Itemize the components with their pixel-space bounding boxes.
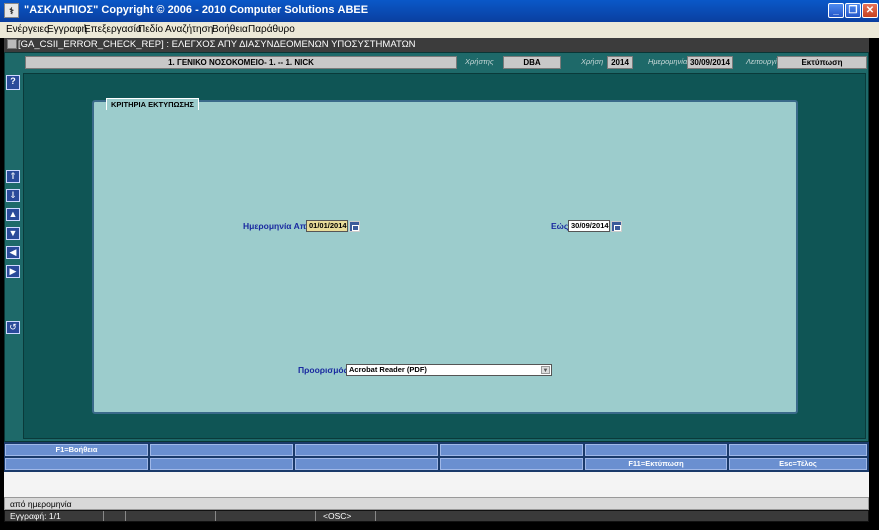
fkey-empty[interactable] (295, 444, 438, 456)
menu-record[interactable]: Εγγραφή (47, 24, 87, 35)
menu-window[interactable]: Παράθυρο (248, 24, 295, 35)
date-from-label: Ημερομηνία Από (243, 221, 312, 231)
date-to-input[interactable]: 30/09/2014 (568, 220, 610, 232)
hint-bar: από ημερομηνία (4, 497, 869, 510)
year-label: Χρήση (581, 57, 604, 66)
status-divider (315, 511, 316, 521)
fkey-empty[interactable] (585, 444, 727, 456)
previous-record-icon[interactable]: ▲ (6, 208, 20, 221)
close-button[interactable]: ✕ (862, 3, 878, 18)
next-block-icon[interactable]: ▶ (6, 265, 20, 278)
mode-label: Λειτουργία (746, 57, 781, 66)
minimize-button[interactable]: _ (828, 3, 844, 18)
hospital-display: 1. ΓΕΝΙΚΟ ΝΟΣΟΚΟΜΕΙΟ- 1. -- 1. NICK (25, 56, 457, 69)
date-from-input[interactable]: 01/01/2014 (306, 220, 348, 232)
form-title-bar: [GA_CSII_ERROR_CHECK_REP] : ΕΛΕΓΧΟΣ ΑΠΥ … (4, 38, 869, 52)
date-display: 30/09/2014 (687, 56, 733, 69)
destination-select[interactable]: Acrobat Reader (PDF) ▼ (346, 364, 552, 376)
chevron-down-icon[interactable]: ▼ (541, 366, 550, 374)
status-divider (375, 511, 376, 521)
window-title-bar: ⚕ "ΑΣΚΛΗΠΙΟΣ" Copyright © 2006 - 2010 Co… (0, 0, 879, 22)
destination-label: Προορισμός (298, 365, 349, 375)
menu-search[interactable]: Αναζήτηση (165, 24, 213, 35)
menu-bar: Ενέργειες Εγγραφή Επεξεργασία Πεδίο Αναζ… (0, 22, 879, 38)
fkey-print[interactable]: F11=Εκτύπωση (585, 458, 727, 470)
return-icon[interactable]: ↺ (6, 321, 20, 334)
fkey-empty[interactable] (729, 444, 867, 456)
user-display: DBA (503, 56, 561, 69)
menu-edit[interactable]: Επεξεργασία (84, 24, 142, 35)
next-record-icon[interactable]: ▼ (6, 227, 20, 240)
date-label: Ημερομηνία (648, 57, 688, 66)
fkey-empty[interactable] (5, 458, 148, 470)
destination-value: Acrobat Reader (PDF) (349, 365, 427, 374)
menu-field[interactable]: Πεδίο (138, 24, 163, 35)
status-divider (103, 511, 104, 521)
window-title: "ΑΣΚΛΗΠΙΟΣ" Copyright © 2006 - 2010 Comp… (24, 4, 369, 16)
fkey-empty[interactable] (150, 458, 293, 470)
calendar-icon[interactable] (349, 221, 360, 232)
previous-block-icon[interactable]: ◀ (6, 246, 20, 259)
panel-caption: ΚΡΙΤΗΡΙΑ ΕΚΤΥΠΩΣΗΣ (106, 98, 199, 110)
last-record-icon[interactable]: ⇓ (6, 189, 20, 202)
status-divider (215, 511, 216, 521)
year-display: 2014 (607, 56, 633, 69)
fkey-exit[interactable]: Esc=Τέλος (729, 458, 867, 470)
osc-indicator: <OSC> (323, 511, 352, 521)
fkey-empty[interactable] (295, 458, 438, 470)
fkey-help[interactable]: F1=Βοήθεια (5, 444, 148, 456)
fkey-empty[interactable] (440, 458, 583, 470)
app-icon: ⚕ (4, 3, 19, 18)
form-title: [GA_CSII_ERROR_CHECK_REP] : ΕΛΕΓΧΟΣ ΑΠΥ … (18, 39, 416, 50)
status-divider (125, 511, 126, 521)
blank-strip (4, 472, 869, 497)
mode-display: Εκτύπωση (777, 56, 867, 69)
date-to-label: Εώς (551, 221, 569, 231)
user-label: Χρήστης (465, 57, 494, 66)
restore-button[interactable]: ❐ (845, 3, 861, 18)
menu-help[interactable]: Βοήθεια (212, 24, 248, 35)
fkey-empty[interactable] (440, 444, 583, 456)
first-record-icon[interactable]: ⇑ (6, 170, 20, 183)
record-counter: Εγγραφή: 1/1 (10, 511, 61, 521)
form-icon (7, 39, 17, 49)
calendar-icon[interactable] (611, 221, 622, 232)
help-button[interactable]: ? (6, 75, 20, 90)
hint-text: από ημερομηνία (10, 499, 72, 509)
fkey-empty[interactable] (150, 444, 293, 456)
status-bar: Εγγραφή: 1/1 <OSC> (4, 510, 869, 522)
menu-actions[interactable]: Ενέργειες (6, 24, 49, 35)
